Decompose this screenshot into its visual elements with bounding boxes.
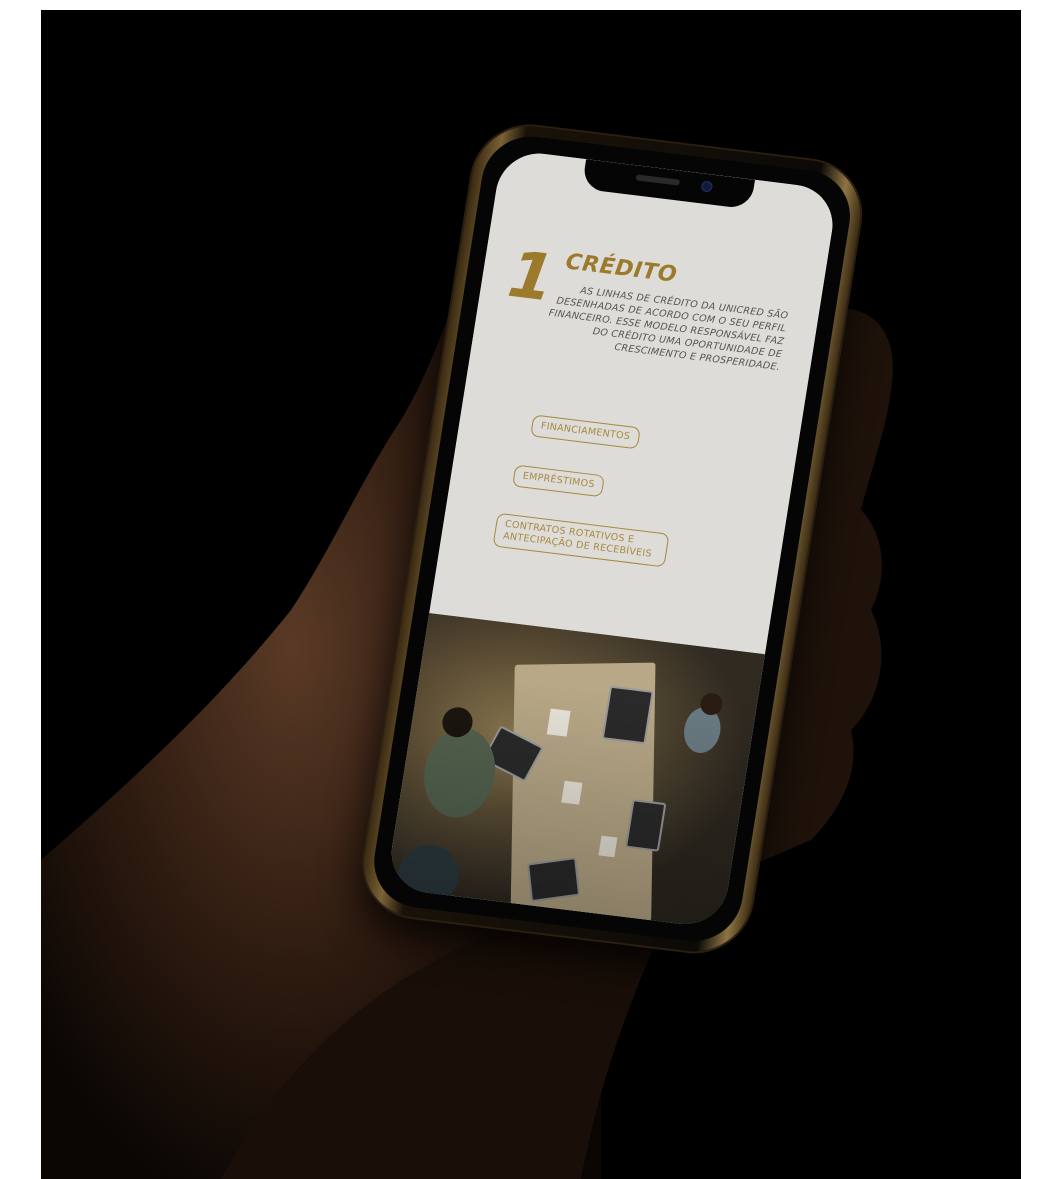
person — [417, 724, 502, 822]
speaker-icon — [635, 174, 681, 186]
paper — [546, 708, 571, 737]
credit-section: 1 CRÉDITO AS LINHAS DE CRÉDITO DA UNICRE… — [429, 148, 839, 655]
section-title: CRÉDITO — [563, 249, 679, 288]
contratos-rotativos-button[interactable]: CONTRATOS ROTATIVOS E ANTECIPAÇÃO DE REC… — [492, 512, 670, 568]
section-description: AS LINHAS DE CRÉDITO DA UNICRED SÃO DESE… — [547, 285, 789, 374]
laptop — [624, 799, 667, 852]
paper — [561, 780, 583, 805]
paper — [598, 835, 618, 858]
laptop — [527, 856, 581, 903]
financiamentos-button[interactable]: FINANCIAMENTOS — [530, 414, 641, 450]
camera-icon — [700, 180, 714, 193]
emprestimos-button[interactable]: EMPRÉSTIMOS — [512, 464, 606, 498]
office-team-photo — [385, 613, 765, 929]
person — [393, 841, 463, 909]
scene-background: 1 CRÉDITO AS LINHAS DE CRÉDITO DA UNICRE… — [41, 10, 1021, 1179]
laptop — [601, 685, 654, 745]
